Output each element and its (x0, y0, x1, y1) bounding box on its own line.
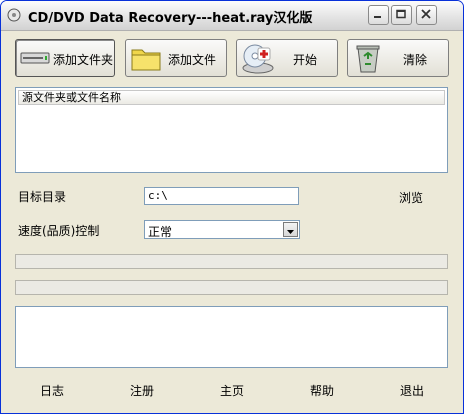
add-file-button[interactable]: 添加文件 (125, 39, 227, 77)
window-title: CD/DVD Data Recovery---heat.ray汉化版 (28, 11, 313, 26)
register-link[interactable]: 注册 (130, 382, 154, 399)
add-file-label: 添加文件 (168, 53, 217, 67)
minimize-button[interactable] (368, 5, 389, 25)
log-output[interactable] (15, 306, 448, 368)
folder-icon (131, 49, 161, 71)
recycle-bin-icon (356, 45, 380, 73)
disc-start-icon (242, 44, 274, 74)
maximize-button[interactable] (391, 5, 412, 25)
drive-icon (20, 52, 50, 64)
maximize-icon (396, 9, 406, 19)
help-link[interactable]: 帮助 (310, 382, 334, 399)
main-window: CD/DVD Data Recovery---heat.ray汉化版 添加文件夹… (0, 0, 464, 414)
close-icon (421, 9, 431, 19)
start-label: 开始 (293, 53, 318, 67)
exit-link[interactable]: 退出 (400, 382, 424, 399)
browse-button[interactable]: 浏览 (399, 189, 423, 206)
app-icon (7, 8, 21, 22)
add-folder-button[interactable]: 添加文件夹 (15, 39, 115, 77)
speed-select-value: 正常 (148, 225, 173, 239)
start-button[interactable]: 开始 (236, 39, 338, 77)
log-link[interactable]: 日志 (40, 382, 64, 399)
target-dir-input[interactable]: c:\ (144, 187, 299, 205)
dropdown-arrow[interactable] (283, 222, 298, 237)
speed-select[interactable]: 正常 (144, 220, 300, 239)
source-list[interactable]: 源文件夹或文件名称 (15, 87, 448, 173)
progress-bar-total (15, 280, 448, 295)
add-folder-label: 添加文件夹 (53, 53, 114, 67)
title-bar[interactable]: CD/DVD Data Recovery---heat.ray汉化版 (1, 1, 463, 31)
home-link[interactable]: 主页 (220, 382, 244, 399)
clear-button[interactable]: 清除 (347, 39, 449, 77)
progress-bar-file (15, 254, 448, 269)
target-dir-label: 目标目录 (18, 190, 67, 204)
speed-control-label: 速度(品质)控制 (18, 224, 100, 238)
close-button[interactable] (416, 5, 437, 25)
chevron-down-icon (287, 230, 294, 234)
clear-label: 清除 (403, 53, 428, 67)
minimize-icon (374, 16, 381, 18)
source-column-header[interactable]: 源文件夹或文件名称 (18, 90, 445, 105)
